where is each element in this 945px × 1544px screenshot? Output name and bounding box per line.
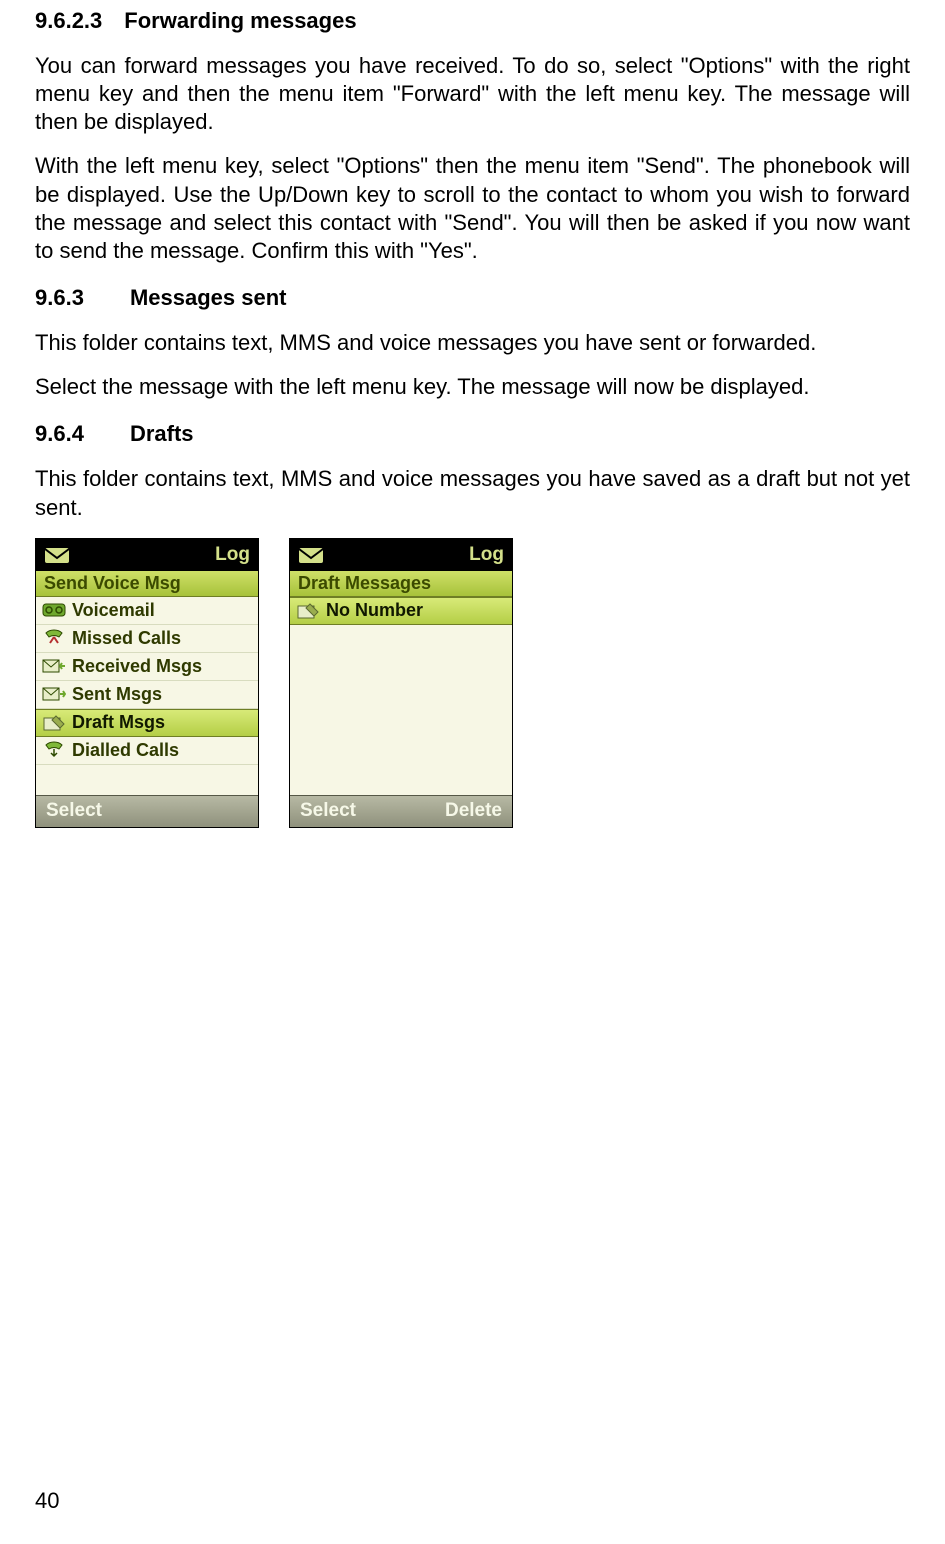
empty-area	[36, 765, 258, 795]
heading-forwarding: 9.6.2.3 Forwarding messages	[35, 8, 910, 34]
list-item-label: Draft Msgs	[72, 712, 165, 733]
paragraph: This folder contains text, MMS and voice…	[35, 329, 910, 357]
phone-screen-log-menu: Log Send Voice Msg Voicemail Missed Calls…	[35, 538, 259, 828]
draft-msg-icon	[42, 713, 66, 733]
heading-drafts: 9.6.4 Drafts	[35, 421, 910, 447]
paragraph: This folder contains text, MMS and voice…	[35, 465, 910, 521]
softkey-bar: Select	[36, 795, 258, 827]
voicemail-icon	[42, 600, 66, 620]
list-item[interactable]: Voicemail	[36, 597, 258, 625]
list-item-label: Received Msgs	[72, 656, 202, 677]
titlebar-label: Log	[215, 544, 250, 566]
list-item[interactable]: Dialled Calls	[36, 737, 258, 765]
paragraph: With the left menu key, select "Options"…	[35, 152, 910, 265]
list-area: No Number	[290, 597, 512, 795]
softkey-left[interactable]: Select	[300, 800, 356, 822]
list-item-label: Sent Msgs	[72, 684, 162, 705]
softkey-right[interactable]: Delete	[445, 800, 502, 822]
empty-area	[290, 625, 512, 795]
titlebar: Log	[290, 539, 512, 571]
paragraph: Select the message with the left menu ke…	[35, 373, 910, 401]
band-label: Draft Messages	[298, 573, 431, 594]
list-area: Voicemail Missed Calls Received Msgs Sent M…	[36, 597, 258, 795]
page-number: 40	[35, 1488, 59, 1514]
screen-band: Send Voice Msg	[36, 571, 258, 597]
list-item[interactable]: Missed Calls	[36, 625, 258, 653]
heading-messages-sent: 9.6.3 Messages sent	[35, 285, 910, 311]
section-number: 9.6.4	[35, 421, 84, 447]
softkey-left[interactable]: Select	[46, 800, 102, 822]
paragraph: You can forward messages you have receiv…	[35, 52, 910, 136]
section-title: Forwarding messages	[124, 8, 356, 33]
missed-call-icon	[42, 628, 66, 648]
draft-msg-icon	[296, 601, 320, 621]
titlebar-label: Log	[469, 544, 504, 566]
list-item-label: Dialled Calls	[72, 740, 179, 761]
softkey-bar: Select Delete	[290, 795, 512, 827]
list-item[interactable]: Received Msgs	[36, 653, 258, 681]
list-item[interactable]: Draft Msgs	[36, 709, 258, 737]
screenshot-row: Log Send Voice Msg Voicemail Missed Calls…	[35, 538, 910, 828]
section-title: Drafts	[130, 421, 194, 446]
sent-msg-icon	[42, 684, 66, 704]
envelope-icon	[42, 544, 72, 566]
list-item[interactable]: No Number	[290, 597, 512, 625]
list-item-label: Voicemail	[72, 600, 155, 621]
section-number: 9.6.3	[35, 285, 84, 311]
section-title: Messages sent	[130, 285, 287, 310]
list-item-label: Missed Calls	[72, 628, 181, 649]
list-item[interactable]: Sent Msgs	[36, 681, 258, 709]
received-msg-icon	[42, 656, 66, 676]
envelope-icon	[296, 544, 326, 566]
section-number: 9.6.2.3	[35, 8, 102, 34]
screen-band: Draft Messages	[290, 571, 512, 597]
band-label: Send Voice Msg	[44, 573, 181, 594]
dialled-call-icon	[42, 740, 66, 760]
phone-screen-draft-messages: Log Draft Messages No Number Select Dele…	[289, 538, 513, 828]
list-item-label: No Number	[326, 600, 423, 621]
titlebar: Log	[36, 539, 258, 571]
